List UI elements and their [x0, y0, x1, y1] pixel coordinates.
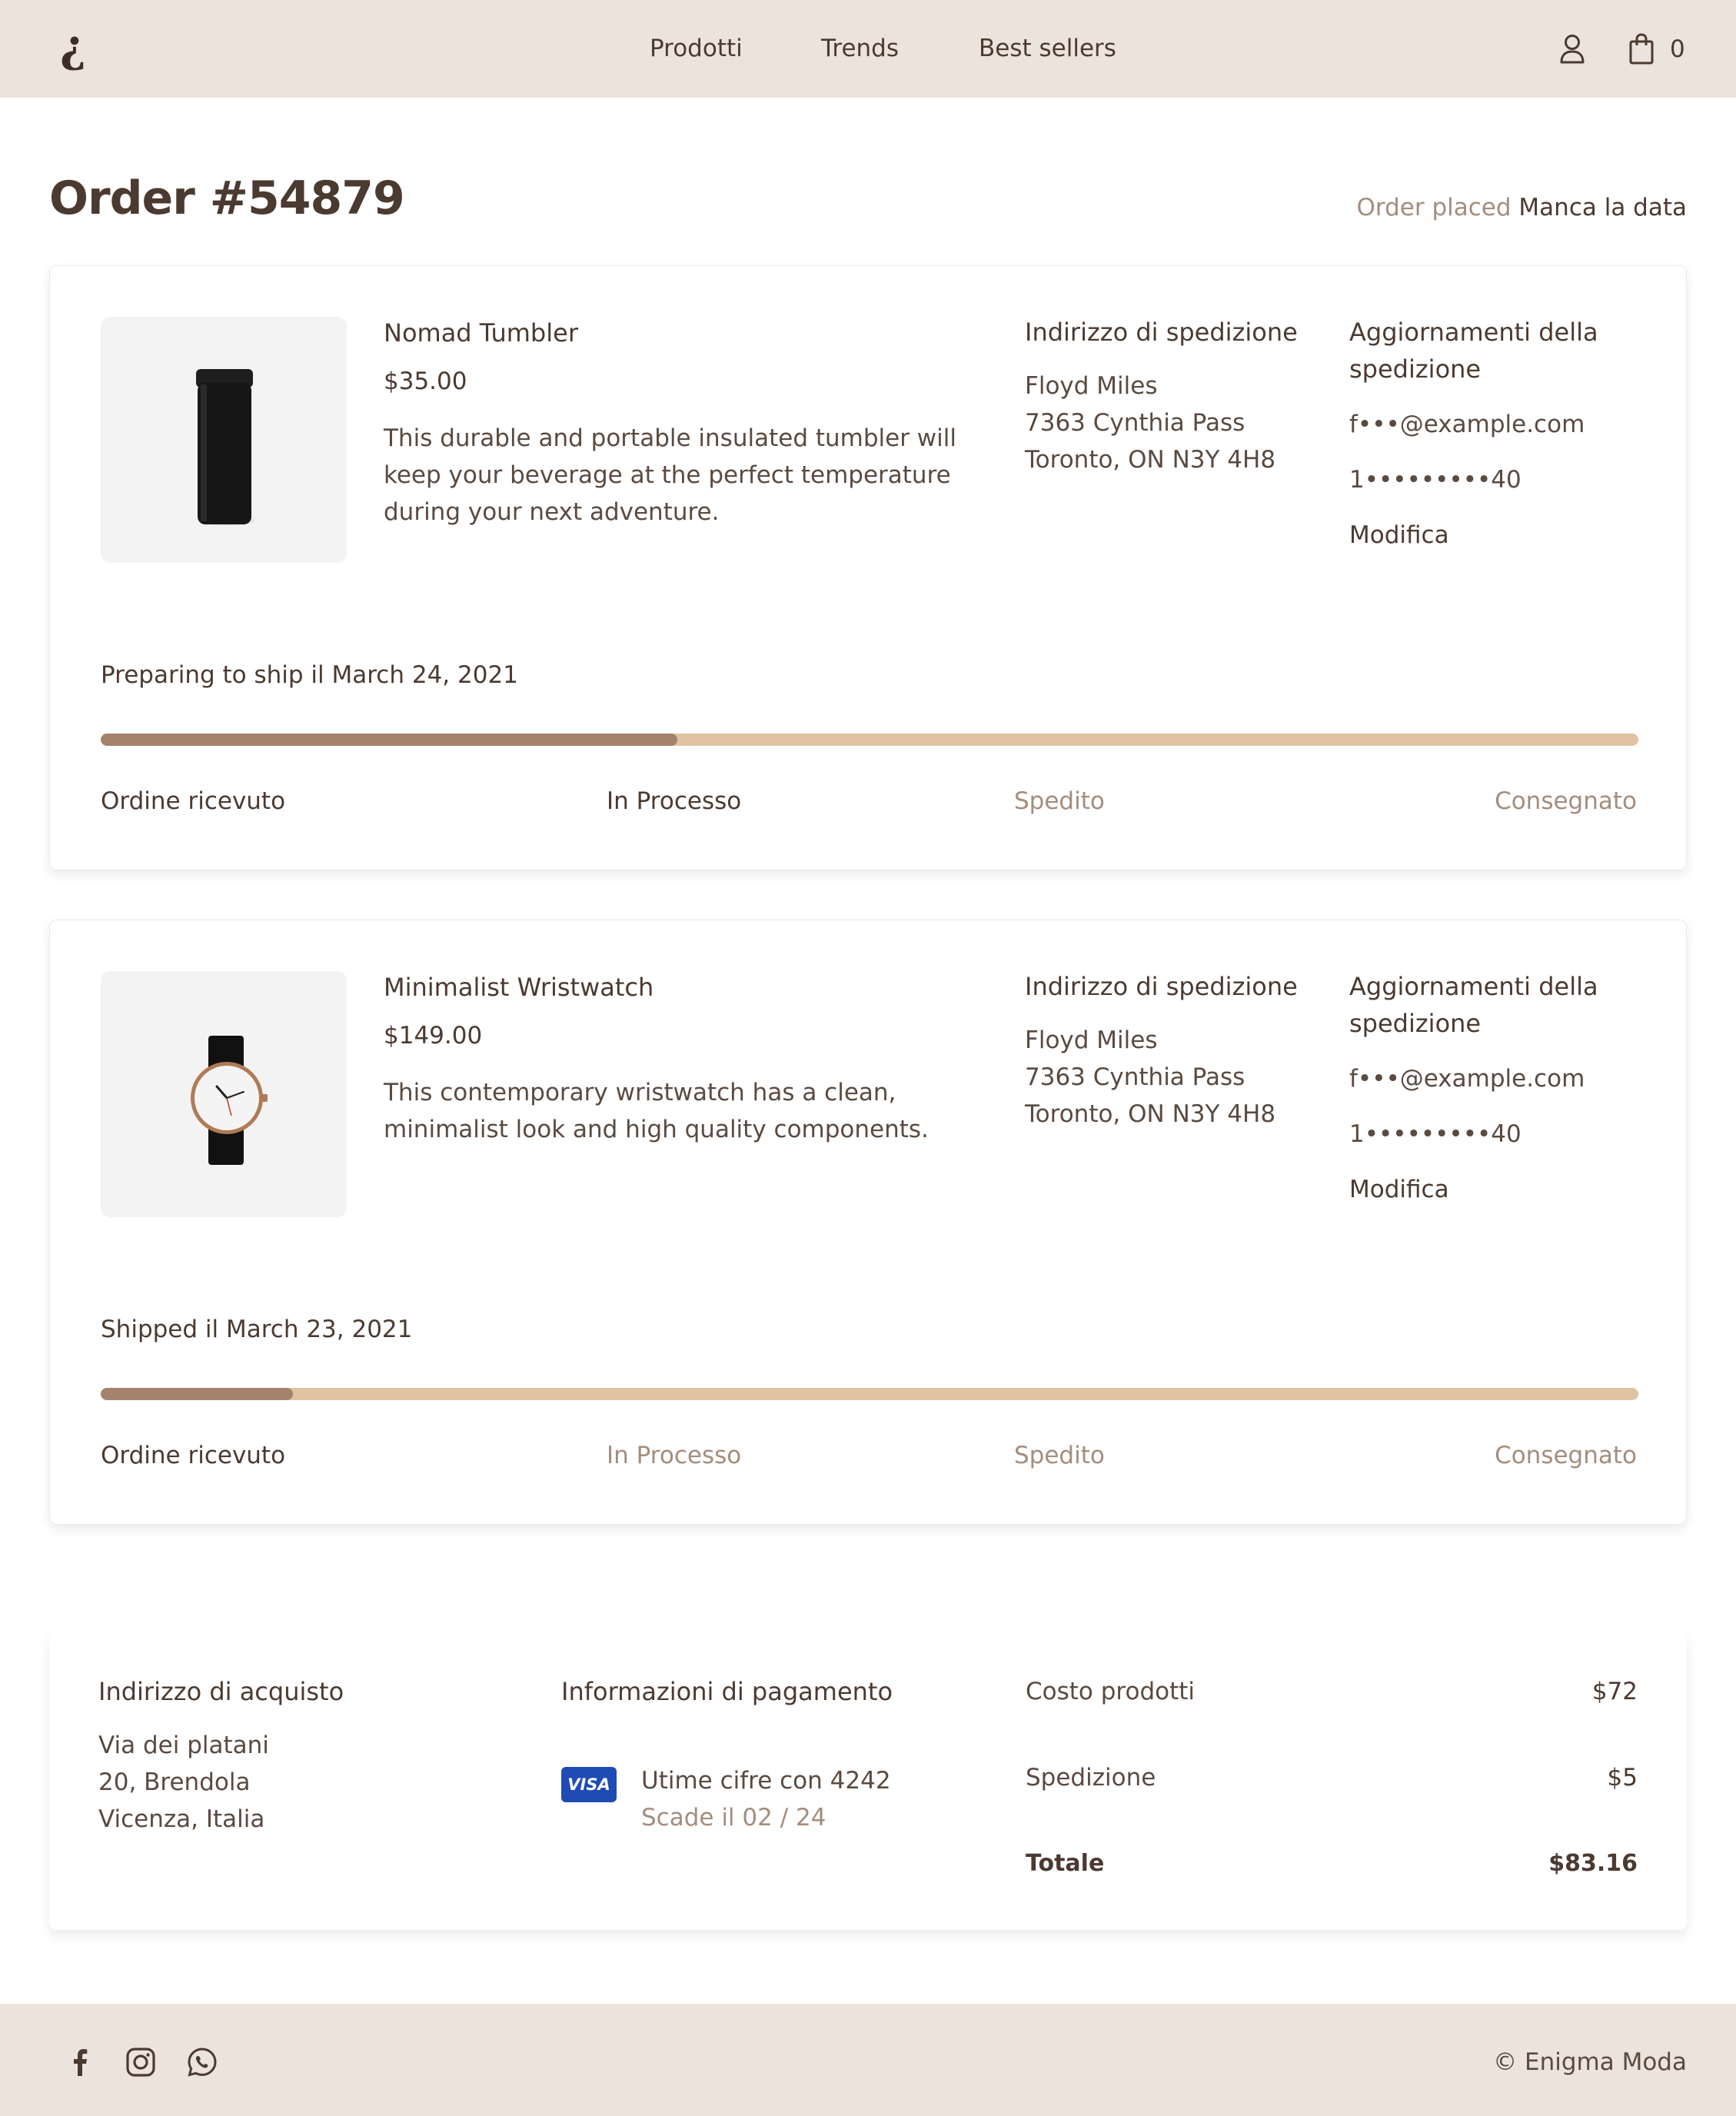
product-name[interactable]: Minimalist Wristwatch: [384, 971, 653, 1003]
step-spedito: Spedito: [1014, 787, 1105, 815]
progress-bar: [101, 734, 1638, 746]
address-line: Toronto, ON N3Y 4H8: [1025, 446, 1276, 474]
shipping-address-title: Indirizzo di spedizione: [1025, 972, 1298, 1001]
order-summary: Indirizzo di acquisto Via dei platani 20…: [49, 1633, 1687, 1930]
contact-email: f•••@example.com: [1349, 411, 1585, 438]
order-item-card: Nomad Tumbler $35.00 This durable and po…: [49, 265, 1687, 870]
billing-address: Indirizzo di acquisto Via dei platani 20…: [98, 1673, 344, 1838]
product-name[interactable]: Nomad Tumbler: [384, 317, 578, 349]
step-ordine-ricevuto: Ordine ricevuto: [101, 1442, 286, 1469]
contact-phone: 1•••••••••40: [1349, 466, 1521, 494]
address-line: Floyd Miles: [1025, 372, 1158, 400]
nav-link-prodotti[interactable]: Prodotti: [650, 33, 743, 64]
shipping-cost-label: Spedizione: [1026, 1764, 1156, 1792]
subtotal-row: Costo prodotti $72: [1026, 1673, 1638, 1710]
shipping-updates: Aggiornamenti della spedizione f•••@exam…: [1349, 314, 1657, 554]
nav-link-trends[interactable]: Trends: [821, 33, 899, 64]
edit-link[interactable]: Modifica: [1349, 517, 1657, 554]
step-in-processo: In Processo: [607, 787, 742, 815]
address-line: Floyd Miles: [1025, 1026, 1158, 1054]
subtotal-label: Costo prodotti: [1026, 1678, 1196, 1705]
product-description: This contemporary wristwatch has a clean…: [384, 1079, 929, 1143]
payment-info: Informazioni di pagamento VISA Utime cif…: [561, 1673, 893, 1832]
product-price: $149.00: [384, 1022, 483, 1050]
product-description: This durable and portable insulated tumb…: [384, 424, 956, 526]
shipping-updates-title: Aggiornamenti della spedizione: [1349, 318, 1598, 384]
order-placed-value: Manca la data: [1518, 194, 1687, 221]
billing-line: Via dei platani: [98, 1732, 269, 1759]
shipping-updates-title: Aggiornamenti della spedizione: [1349, 972, 1598, 1038]
shipping-address: Indirizzo di spedizione Floyd Miles 7363…: [1025, 314, 1332, 478]
total-value: $83.16: [1548, 1850, 1638, 1877]
shipping-address-title: Indirizzo di spedizione: [1025, 318, 1298, 347]
progress-bar: [101, 1388, 1638, 1400]
edit-link[interactable]: Modifica: [1349, 1171, 1657, 1208]
progress-fill: [101, 734, 677, 746]
product-image-tumbler: [101, 317, 347, 563]
page-title: Order #54879: [49, 171, 405, 225]
card-expiry: Scade il 02 / 24: [641, 1804, 826, 1832]
total-label: Totale: [1026, 1850, 1105, 1877]
user-icon[interactable]: [1559, 34, 1585, 65]
facebook-icon[interactable]: [65, 2047, 95, 2078]
main-nav: Prodotti Trends Best sellers: [0, 33, 1736, 64]
billing-address-title: Indirizzo di acquisto: [98, 1677, 344, 1706]
shipping-updates: Aggiornamenti della spedizione f•••@exam…: [1349, 968, 1657, 1208]
shipping-address: Indirizzo di spedizione Floyd Miles 7363…: [1025, 968, 1332, 1133]
order-placed-label: Order placed: [1356, 194, 1512, 221]
address-line: 7363 Cynthia Pass: [1025, 1063, 1245, 1091]
step-spedito: Spedito: [1014, 1442, 1105, 1469]
product-price: $35.00: [384, 368, 467, 395]
step-consegnato: Consegnato: [1495, 787, 1637, 815]
billing-line: Vicenza, Italia: [98, 1805, 265, 1833]
whatsapp-icon[interactable]: [187, 2047, 218, 2078]
step-consegnato: Consegnato: [1495, 1442, 1637, 1469]
shipping-status: Shipped il March 23, 2021: [101, 1316, 413, 1343]
instagram-icon[interactable]: [125, 2047, 156, 2078]
shipping-cost-value: $5: [1607, 1764, 1638, 1792]
product-image-wristwatch: [101, 971, 347, 1217]
order-totals: Costo prodotti $72 Spedizione $5 Totale …: [1026, 1673, 1638, 1931]
address-line: Toronto, ON N3Y 4H8: [1025, 1100, 1276, 1128]
contact-phone: 1•••••••••40: [1349, 1120, 1521, 1148]
shipping-row: Spedizione $5: [1026, 1759, 1638, 1796]
step-in-processo: In Processo: [607, 1442, 742, 1469]
billing-line: 20, Brendola: [98, 1768, 251, 1796]
shipping-status: Preparing to ship il March 24, 2021: [101, 661, 518, 689]
footer: © Enigma Moda: [0, 2004, 1736, 2116]
address-line: 7363 Cynthia Pass: [1025, 409, 1245, 437]
contact-email: f•••@example.com: [1349, 1065, 1585, 1093]
tumbler-image: [196, 369, 254, 526]
wristwatch-image: [191, 1036, 268, 1165]
progress-fill: [101, 1388, 293, 1400]
shopping-bag-icon[interactable]: [1628, 32, 1655, 65]
top-header: ¿ Prodotti Trends Best sellers 0: [0, 0, 1736, 98]
step-ordine-ricevuto: Ordine ricevuto: [101, 787, 286, 815]
cart-count: 0: [1670, 35, 1685, 63]
copyright: © Enigma Moda: [1493, 2048, 1687, 2076]
visa-card-icon: VISA: [561, 1767, 617, 1802]
payment-info-title: Informazioni di pagamento: [561, 1677, 893, 1706]
nav-link-best-sellers[interactable]: Best sellers: [979, 33, 1116, 64]
total-row: Totale $83.16: [1026, 1845, 1638, 1882]
subtotal-value: $72: [1591, 1678, 1638, 1705]
order-placed: Order placed Manca la data: [1357, 192, 1687, 223]
order-item-card: Minimalist Wristwatch $149.00 This conte…: [49, 920, 1687, 1525]
card-last-digits: Utime cifre con 4242: [641, 1767, 891, 1795]
